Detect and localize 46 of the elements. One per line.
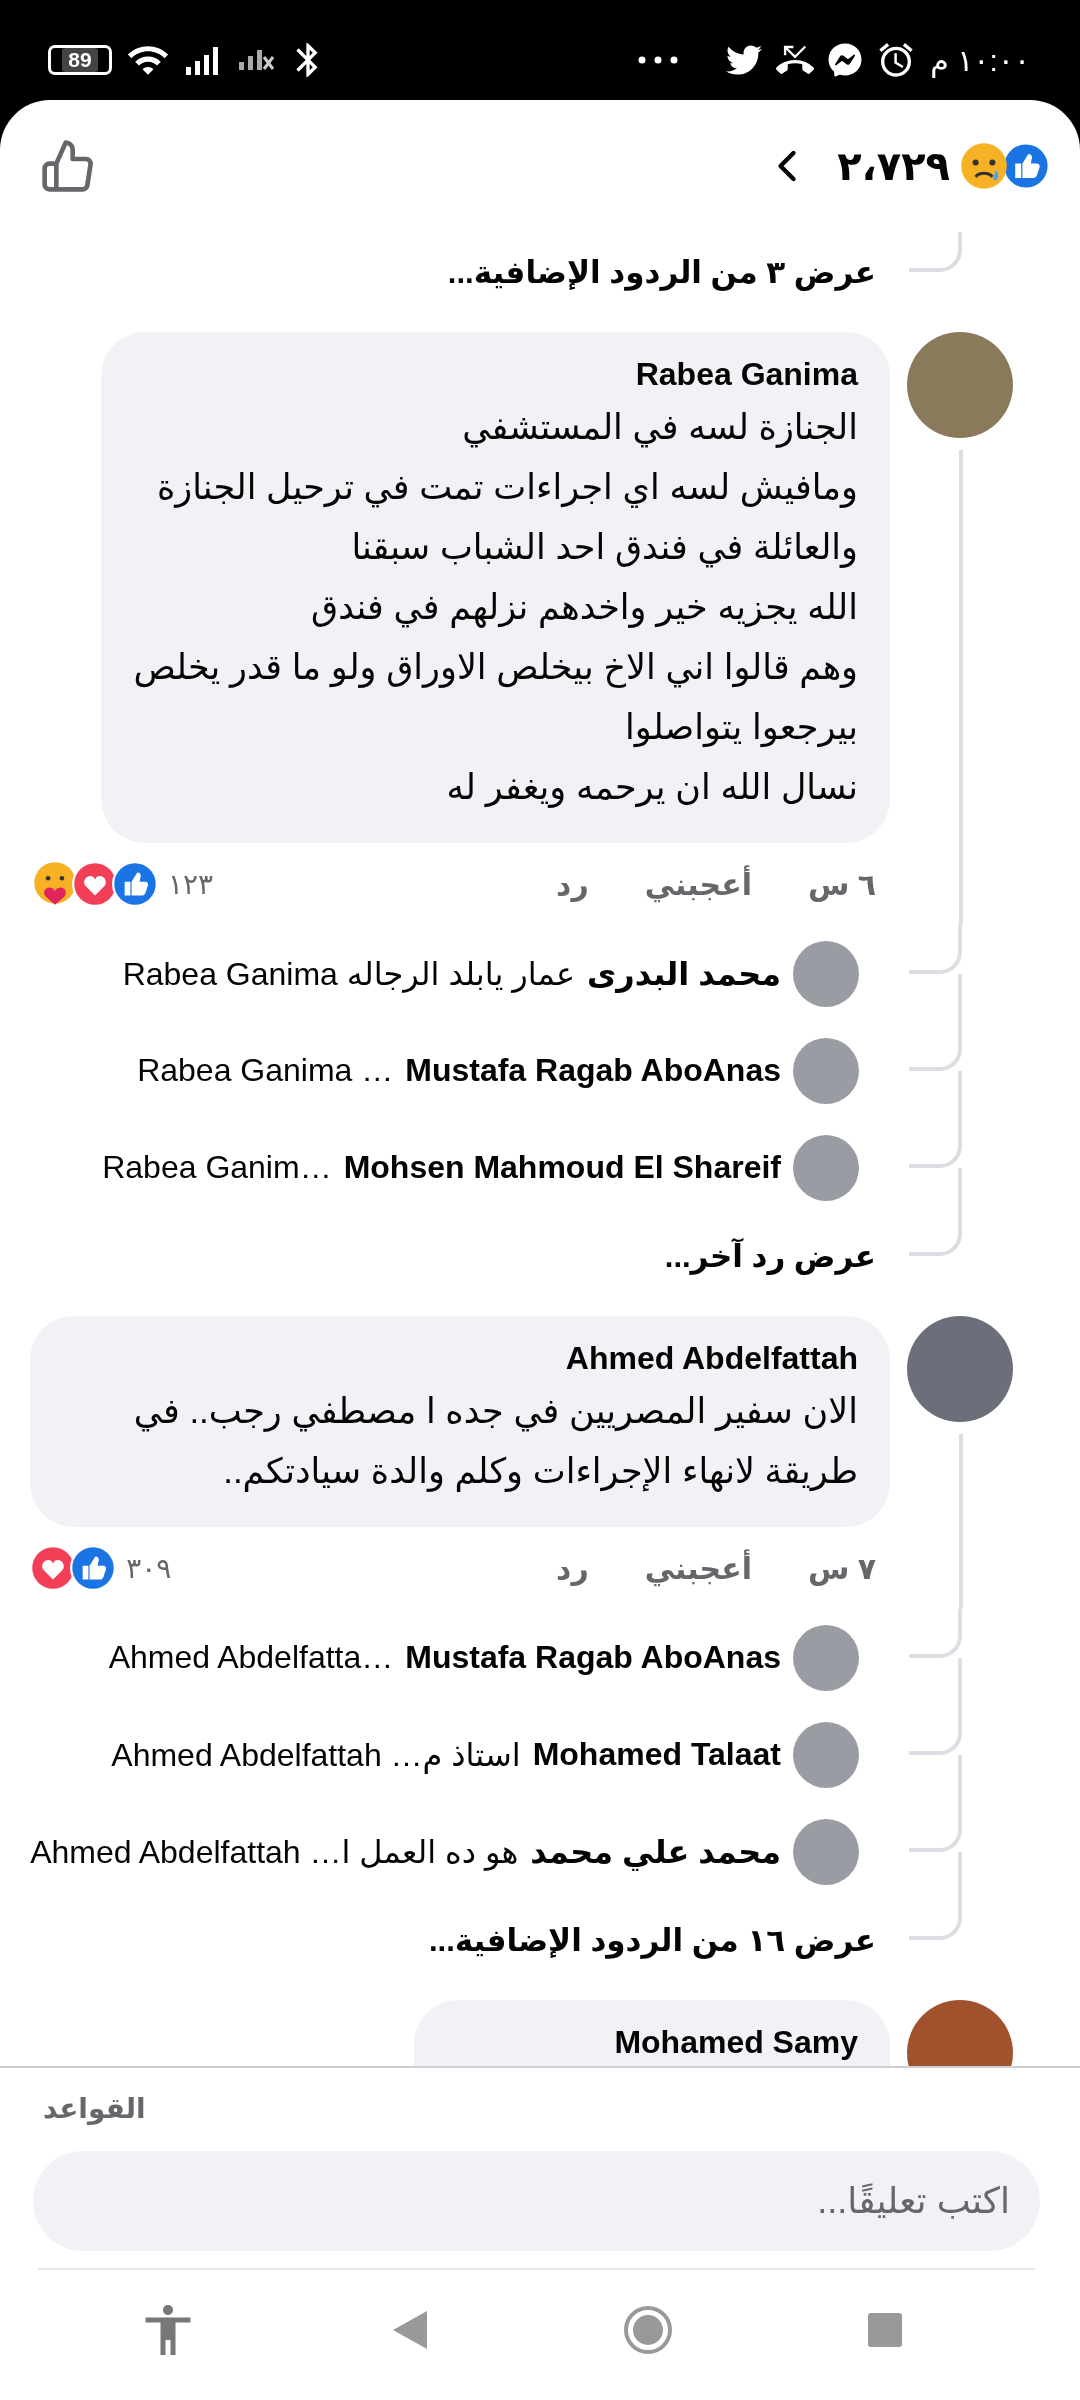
- reply-author[interactable]: Mustafa Ragab AboAnas: [405, 1639, 781, 1676]
- thumbs-up-icon[interactable]: [40, 138, 96, 194]
- more-replies-link[interactable]: عرض رد آخر...: [664, 1237, 876, 1275]
- like-reaction-icon: [70, 1545, 117, 1591]
- reply-author[interactable]: محمد البدرى: [587, 954, 781, 993]
- thread-connector: [909, 232, 962, 272]
- comment-author[interactable]: Ahmed Abdelfattah: [62, 1340, 858, 1377]
- clock-time: ١٠:٠٠ م: [930, 42, 1030, 78]
- battery-icon: 89: [48, 45, 112, 75]
- like-link[interactable]: أعجبني: [644, 866, 752, 902]
- comment-text: الجنازة لسه في المستشفي ومافيش لسه اي اجراءات تمت في ترحيل الجنازة والعائلة في فندق احد الشباب سبقنا الله يجزيه خير واخدهم نزلهم في فندق وهم قالوا اني الاخ بيخلص الاوراق ولو ما قدر يخلص بيرجعوا يتواصلوا نسال الله ان يرحمه ويغفر له: [133, 406, 858, 810]
- comment-input[interactable]: اكتب تعليقًا...: [33, 2151, 1040, 2251]
- like-link[interactable]: أعجبني: [644, 1550, 752, 1586]
- reply-preview[interactable]: Rabea Ganim…: [102, 1149, 332, 1186]
- reaction-count[interactable]: ١٢٣: [168, 867, 214, 901]
- more-replies-link[interactable]: عرض ٣ من الردود الإضافية...: [447, 253, 876, 291]
- reply-preview[interactable]: عمار يابلد الرجاله Rabea Ganima: [122, 954, 575, 993]
- reply-author[interactable]: Mohsen Mahmoud El Shareif: [343, 1149, 781, 1186]
- comment-author[interactable]: Mohamed Samy: [614, 2024, 858, 2061]
- recents-icon[interactable]: [868, 2313, 903, 2347]
- home-icon[interactable]: [622, 2305, 673, 2355]
- reply-preview[interactable]: هو ده العمل ا… Ahmed Abdelfattah: [30, 1832, 519, 1871]
- sad-reaction-icon: [960, 142, 1008, 190]
- comment-text: الان سفير المصريين في جده ا مصطفي رجب.. في طريقة لانهاء الإجراءات وكلم والدة سيادتكم..: [132, 1390, 858, 1494]
- like-reaction-icon: [1002, 142, 1050, 190]
- messenger-icon: [828, 43, 863, 77]
- more-icon: [638, 56, 679, 64]
- reaction-count[interactable]: ٢،٧٢٩: [837, 143, 950, 189]
- comment-time: ٦ س: [807, 866, 876, 902]
- reply-preview[interactable]: استاذ م… Ahmed Abdelfattah: [111, 1735, 521, 1774]
- reaction-count[interactable]: ٣٠٩: [126, 1551, 172, 1585]
- more-replies-link[interactable]: عرض ١٦ من الردود الإضافية...: [428, 1921, 876, 1959]
- reply-preview[interactable]: Ahmed Abdelfatta…: [108, 1639, 394, 1676]
- comment-author[interactable]: Rabea Ganima: [133, 356, 858, 393]
- reply-preview[interactable]: Rabea Ganima …: [137, 1052, 394, 1089]
- reply-link[interactable]: رد: [556, 866, 589, 902]
- reply-author[interactable]: Mustafa Ragab AboAnas: [405, 1052, 781, 1089]
- reply-author[interactable]: محمد علي محمد: [530, 1832, 781, 1871]
- reply-link[interactable]: رد: [556, 1550, 589, 1586]
- reply-author[interactable]: Mohamed Talaat: [532, 1735, 781, 1774]
- rules-link[interactable]: القواعد: [33, 2068, 1040, 2151]
- back-icon[interactable]: [393, 2311, 428, 2349]
- comment-time: ٧ س: [807, 1550, 876, 1586]
- like-reaction-icon: [112, 861, 158, 907]
- bird-icon: [726, 42, 763, 78]
- no-signal-icon: [238, 49, 274, 71]
